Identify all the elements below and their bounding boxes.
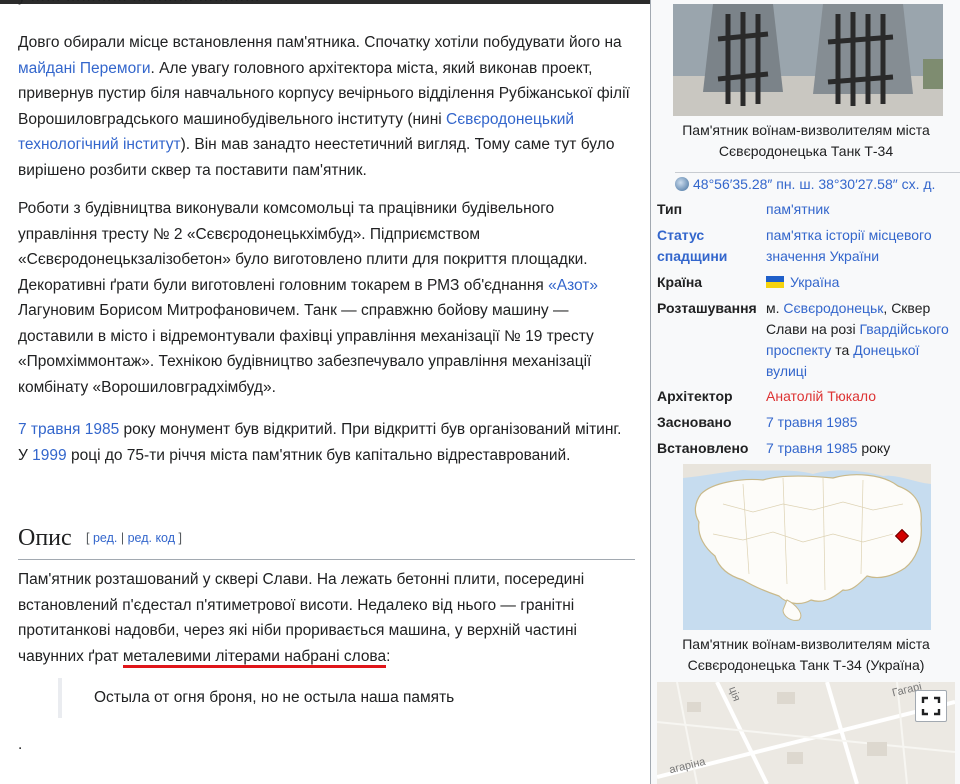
paragraph-construction: Роботи з будівництва виконували комсомол… — [18, 200, 598, 396]
paragraph-description: Пам'ятник розташований у сквері Слави. Н… — [18, 567, 635, 669]
row-label: Тип — [657, 201, 683, 217]
link-maidan-peremohy[interactable]: майдані Перемоги — [18, 60, 151, 77]
section-edit-links: [ ред. | ред. код ] — [85, 531, 182, 545]
architect-redlink[interactable]: Анатолій Тюкало — [766, 388, 876, 404]
paragraph-opening: 7 травня 1985 року монумент був відкрити… — [18, 421, 622, 464]
type-link[interactable]: пам'ятник — [766, 201, 829, 217]
row-label: Країна — [657, 274, 703, 290]
coordinates: 48°56′35.28″ пн. ш. 38°30′27.58″ сх. д. — [675, 172, 960, 192]
globe-icon — [675, 177, 689, 191]
row-label: Засновано — [657, 414, 732, 430]
section-heading-description: Опис [ ред. | ред. код ] — [18, 521, 635, 560]
map-caption: Пам'ятник воїнам-визволителям міста Сєвє… — [682, 636, 930, 673]
link-date-1985[interactable]: 7 травня 1985 — [18, 421, 119, 438]
trailing-period: . — [18, 736, 23, 753]
heritage-status-label-link[interactable]: Статус спадщини — [657, 227, 727, 264]
street-map[interactable]: агаріна Гагарі ція — [657, 682, 955, 784]
edit-code-link[interactable]: ред. код — [128, 531, 175, 545]
ukraine-locator-map[interactable] — [683, 464, 931, 630]
paragraph-choosing-site: Довго обирали місце встановлення пам'ятн… — [18, 34, 630, 179]
infobox: Пам'ятник воїнам-визволителям міста Сєвє… — [650, 0, 960, 784]
blockquote: Остыла от огня броня, но не остыла наша … — [58, 678, 454, 718]
heritage-status-link[interactable]: пам'ятка історії місцевого значення Укра… — [766, 227, 932, 264]
link-azot[interactable]: «Азот» — [548, 277, 598, 294]
photo-caption: Пам'ятник воїнам-визволителям міста Сєвє… — [682, 122, 930, 159]
monument-photo[interactable] — [673, 4, 943, 116]
edit-link[interactable]: ред. — [93, 531, 117, 545]
row-label: Розташування — [657, 300, 757, 316]
coordinates-link[interactable]: 48°56′35.28″ пн. ш. 38°30′27.58″ сх. д. — [693, 176, 935, 192]
founded-date-link[interactable]: 7 травня 1985 — [766, 414, 857, 430]
cropped-previous-line: у …… ………… ………… ………… — [18, 0, 260, 10]
country-link[interactable]: Україна — [790, 274, 839, 290]
row-label: Встановлено — [657, 440, 749, 456]
installed-date-link[interactable]: 7 травня 1985 — [766, 440, 857, 456]
ukraine-flag-icon — [766, 276, 784, 288]
fullscreen-button[interactable] — [915, 690, 947, 722]
row-label: Архітектор — [657, 388, 733, 404]
link-year-1999[interactable]: 1999 — [32, 447, 66, 464]
annotated-highlight: металевими літерами набрані слова — [122, 647, 387, 668]
fullscreen-icon — [921, 696, 941, 716]
city-link[interactable]: Сєвєродонецьк — [783, 300, 883, 316]
section-title: Опис — [18, 525, 72, 551]
